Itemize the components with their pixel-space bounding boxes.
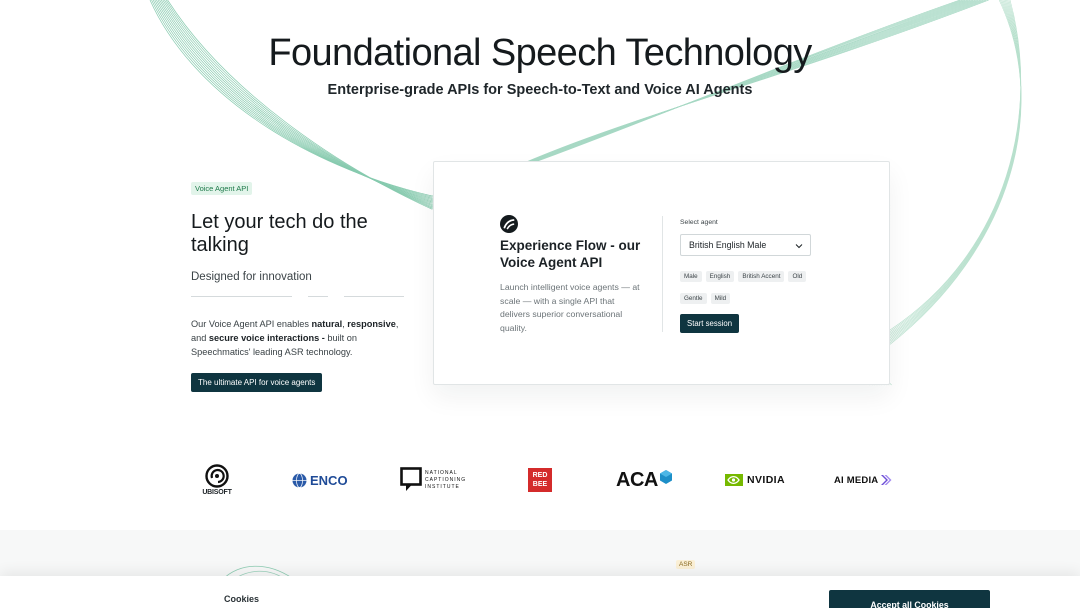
voice-agent-title: Let your tech do the talking — [191, 211, 368, 256]
enco-wordmark: ENCO — [310, 472, 348, 488]
agent-select-value: British English Male — [689, 240, 767, 250]
decorative-curve — [162, 0, 433, 206]
customer-logos: UBISOFT ENCO NATIONAL CAPTIONING INSTITU… — [0, 460, 1080, 500]
cookie-label: Cookies — [224, 594, 260, 604]
globe-icon — [292, 472, 307, 488]
trait-chip: Old — [788, 271, 807, 282]
chevrons-right-icon — [881, 475, 892, 485]
aca-wordmark: ACA — [616, 468, 658, 491]
voice-agent-description: Our Voice Agent API enables natural, res… — [191, 319, 399, 357]
trait-chip: Mild — [710, 293, 731, 304]
enco-logo: ENCO — [292, 460, 358, 500]
trait-chip: Gentle — [680, 293, 707, 304]
ubisoft-wordmark: UBISOFT — [202, 489, 232, 496]
voice-agent-tag: Voice Agent API — [191, 182, 253, 195]
chevron-down-icon — [795, 244, 803, 249]
voice-agent-intro: Voice Agent API Let your tech do the tal… — [191, 178, 406, 392]
aimedia-logo: AI MEDIA — [834, 460, 898, 500]
start-session-button[interactable]: Start session — [680, 314, 740, 333]
redbee-line: BEE — [532, 481, 548, 488]
nci-line: NATIONAL — [425, 469, 458, 476]
ubisoft-logo: UBISOFT — [197, 460, 237, 500]
voice-agent-cta-button[interactable]: The ultimate API for voice agents — [191, 373, 323, 392]
card-divider — [662, 216, 663, 332]
aca-logo: ACA — [616, 460, 680, 500]
flow-demo-card: Experience Flow - our Voice Agent API La… — [433, 161, 890, 385]
flow-description: Launch intelligent voice agents — at sca… — [500, 282, 640, 333]
cube-icon — [659, 470, 672, 484]
voice-agent-tagline: Designed for innovation — [191, 271, 312, 283]
decorative-curve — [149, 0, 433, 197]
asr-tag: ASR — [676, 560, 696, 569]
nvidia-wordmark: NVIDIA — [747, 474, 785, 486]
trait-chip: English — [705, 271, 735, 282]
decorative-curve — [156, 0, 433, 202]
tab-indicator-lines — [191, 296, 406, 298]
nci-line: CAPTIONING — [425, 476, 467, 483]
flow-title: Experience Flow - our Voice Agent API — [500, 238, 641, 270]
tab-line-3[interactable] — [344, 296, 404, 297]
decorative-curve — [152, 0, 433, 199]
nci-line: INSTITUTE — [425, 483, 460, 490]
decorative-curve — [154, 0, 433, 200]
hero-subtitle: Enterprise-grade APIs for Speech-to-Text… — [327, 82, 753, 98]
tab-line-2[interactable] — [308, 296, 328, 297]
hero-title: Foundational Speech Technology — [268, 32, 812, 74]
redbee-line: RED — [532, 472, 548, 479]
nci-logo: NATIONAL CAPTIONING INSTITUTE — [400, 460, 470, 500]
ubisoft-swirl-icon — [205, 464, 229, 488]
decorative-curve — [157, 0, 433, 203]
agent-traits: Male English British Accent Old Gentle Mild — [680, 265, 830, 309]
nvidia-logo: NVIDIA — [725, 460, 789, 500]
nvidia-eye-icon — [725, 474, 743, 486]
flow-logo-icon — [500, 215, 518, 233]
speech-bubble-icon — [400, 467, 422, 491]
decorative-curve — [159, 0, 433, 204]
cookie-banner: Cookies Accept all Cookies — [0, 576, 1080, 608]
decorative-curve — [151, 0, 433, 198]
select-agent-label: Select agent — [680, 219, 718, 226]
agent-select[interactable]: British English Male — [680, 234, 811, 256]
tab-line-1[interactable] — [191, 296, 292, 297]
trait-chip: Male — [680, 271, 702, 282]
accept-cookies-button[interactable]: Accept all Cookies — [829, 590, 990, 608]
decorative-curve — [160, 0, 433, 205]
trait-chip: British Accent — [738, 271, 785, 282]
redbee-logo: RED BEE — [528, 460, 552, 500]
aimedia-wordmark: AI MEDIA — [834, 474, 879, 486]
